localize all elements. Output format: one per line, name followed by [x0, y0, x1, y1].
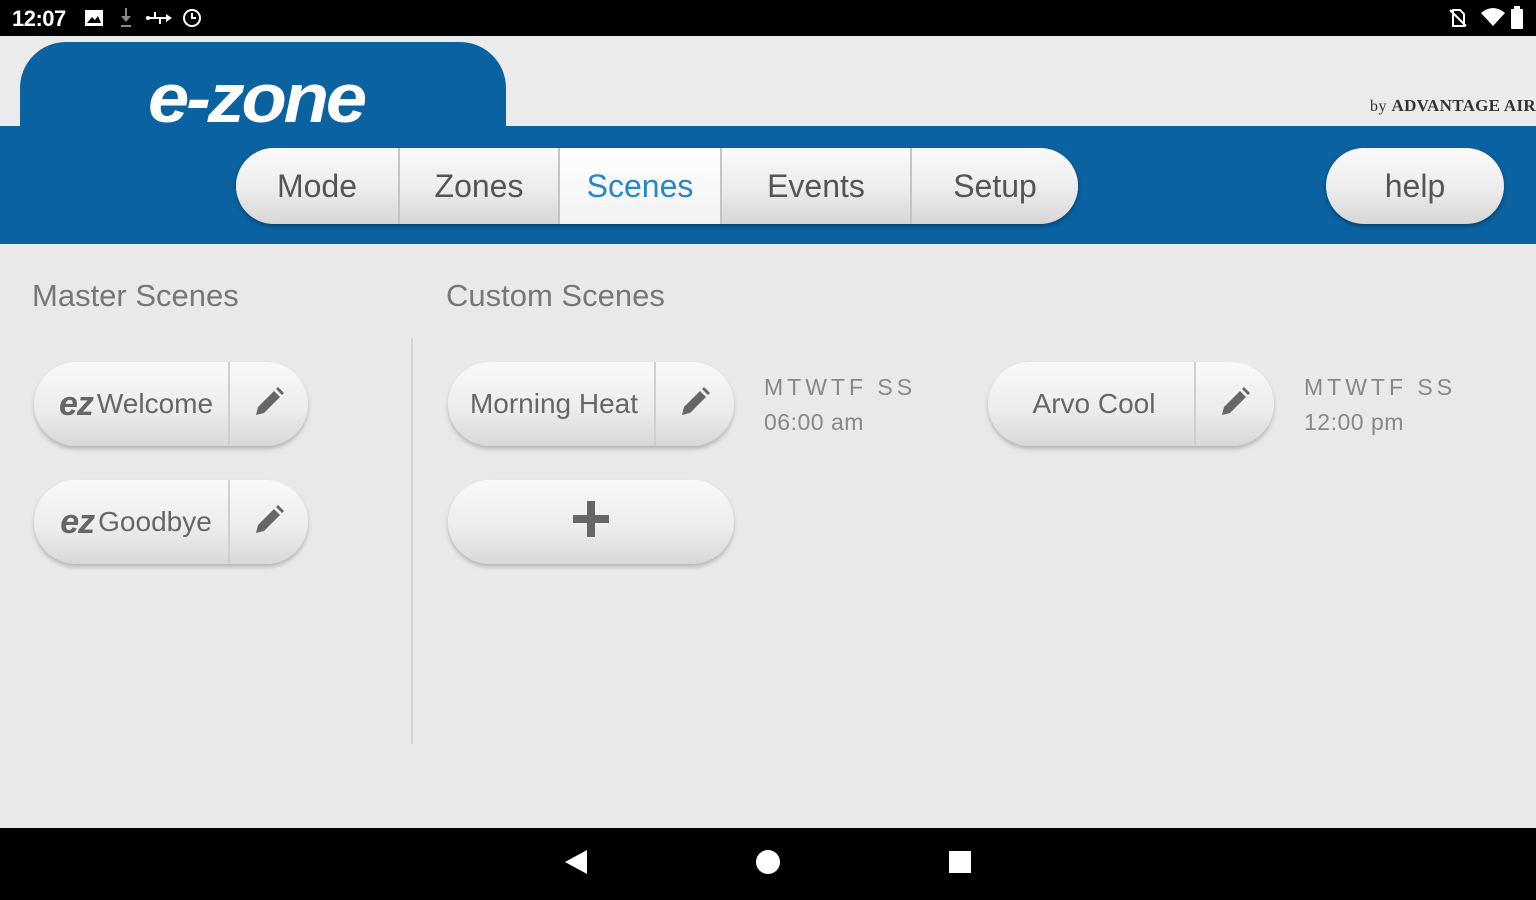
- custom-scene-arvo-cool: Arvo Cool: [988, 362, 1274, 446]
- byline-brand: ADVANTAGE AIR: [1391, 96, 1536, 115]
- edit-arvo-cool-button[interactable]: [1194, 362, 1274, 446]
- custom-scenes-title: Custom Scenes: [446, 278, 665, 313]
- master-scenes-title: Master Scenes: [32, 278, 239, 313]
- system-nav-bar: [0, 828, 1536, 900]
- plus-icon: [571, 499, 611, 546]
- screen: 12:07 e-zone by ADVANTAGE AIR Mode Zones…: [0, 0, 1536, 900]
- tab-setup[interactable]: Setup: [912, 148, 1078, 224]
- clock-icon: [182, 8, 202, 33]
- status-bar: 12:07: [0, 0, 1536, 36]
- status-time: 12:07: [12, 6, 66, 31]
- scene-arvo-cool-button[interactable]: Arvo Cool: [988, 362, 1194, 446]
- app-logo: e-zone: [148, 59, 367, 137]
- ez-logo: ez: [60, 502, 95, 541]
- recents-icon: [948, 850, 972, 879]
- master-scene-welcome: ez Welcome: [34, 362, 308, 446]
- schedule-time: 06:00 am: [764, 409, 864, 435]
- schedule-days: MTWTF SS: [1304, 374, 1457, 400]
- tab-mode[interactable]: Mode: [236, 148, 400, 224]
- tab-events[interactable]: Events: [722, 148, 912, 224]
- byline-prefix: by: [1370, 98, 1387, 115]
- tab-bar: Mode Zones Scenes Events Setup: [236, 148, 1078, 224]
- schedule-time: 12:00 pm: [1304, 409, 1404, 435]
- home-icon: [755, 849, 781, 880]
- scene-goodbye-button[interactable]: ez Goodbye: [34, 480, 228, 564]
- pencil-icon: [252, 385, 286, 424]
- home-button[interactable]: [732, 828, 804, 900]
- custom-scene-morning-heat: Morning Heat: [448, 362, 734, 446]
- pencil-icon: [252, 503, 286, 542]
- edit-morning-heat-button[interactable]: [654, 362, 734, 446]
- arvo-cool-schedule: MTWTF SS 12:00 pm: [1304, 374, 1456, 436]
- back-button[interactable]: [540, 828, 612, 900]
- morning-heat-schedule: MTWTF SS 06:00 am: [764, 374, 916, 436]
- schedule-days: MTWTF SS: [764, 374, 917, 400]
- download-icon: [118, 6, 134, 35]
- add-scene-button[interactable]: [448, 480, 734, 564]
- pencil-icon: [678, 385, 712, 424]
- byline: by ADVANTAGE AIR: [1370, 96, 1536, 116]
- usb-icon: [146, 9, 172, 32]
- scene-morning-heat-button[interactable]: Morning Heat: [448, 362, 654, 446]
- image-icon: [84, 9, 104, 32]
- back-icon: [563, 848, 589, 881]
- tab-scenes[interactable]: Scenes: [560, 148, 722, 224]
- battery-icon: [1510, 6, 1524, 35]
- tab-zones[interactable]: Zones: [400, 148, 560, 224]
- scene-welcome-button[interactable]: ez Welcome: [34, 362, 228, 446]
- ez-logo: ez: [58, 384, 94, 423]
- help-button[interactable]: help: [1326, 148, 1504, 224]
- scene-name: Welcome: [96, 388, 214, 419]
- no-sim-icon: [1448, 8, 1468, 33]
- edit-goodbye-button[interactable]: [228, 480, 308, 564]
- add-scene-area: [448, 480, 734, 564]
- recents-button[interactable]: [924, 828, 996, 900]
- wifi-icon: [1480, 7, 1506, 32]
- edit-welcome-button[interactable]: [228, 362, 308, 446]
- section-divider: [411, 338, 413, 744]
- scene-name: Goodbye: [98, 506, 212, 537]
- master-scene-goodbye: ez Goodbye: [34, 480, 308, 564]
- pencil-icon: [1218, 385, 1252, 424]
